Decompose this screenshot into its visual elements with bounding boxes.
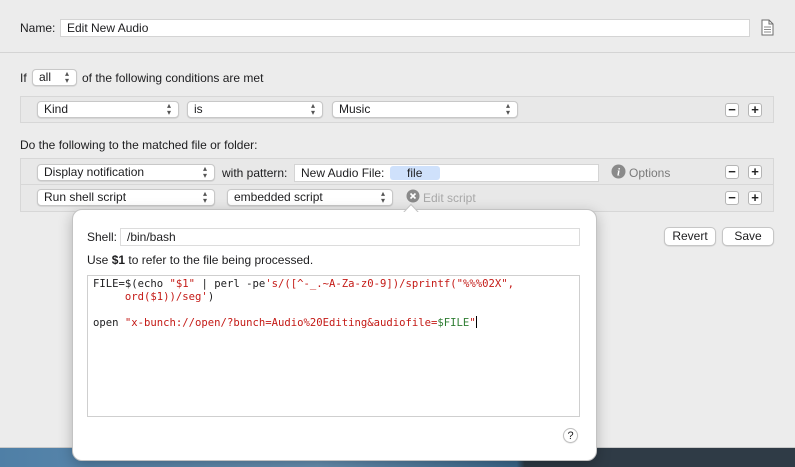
name-field[interactable]: Edit New Audio bbox=[60, 19, 750, 37]
quantifier-value: all bbox=[39, 70, 52, 84]
script-source-popup[interactable]: embedded script ▴ ▾ bbox=[227, 189, 393, 206]
edit-script-label[interactable]: Edit script bbox=[423, 191, 476, 205]
action-type-value: Display notification bbox=[44, 165, 145, 179]
pattern-token[interactable]: file bbox=[389, 166, 440, 180]
chevron-updown-icon: ▴ ▾ bbox=[380, 189, 385, 205]
operator-value: is bbox=[194, 102, 203, 116]
add-action-button[interactable]: + bbox=[748, 191, 762, 205]
shell-field[interactable]: /bin/bash bbox=[120, 228, 580, 246]
condition-row: Kind ▴ ▾ is ▴ ▾ Music ▴ ▾ − + bbox=[20, 96, 774, 123]
value-popup[interactable]: Music ▴ ▾ bbox=[332, 101, 518, 118]
attribute-value: Kind bbox=[44, 102, 69, 116]
add-action-button[interactable]: + bbox=[748, 165, 762, 179]
help-button[interactable]: ? bbox=[563, 428, 578, 443]
remove-condition-button[interactable]: − bbox=[725, 103, 739, 117]
info-icon[interactable]: i bbox=[611, 164, 626, 179]
chevron-updown-icon: ▴ ▾ bbox=[505, 101, 510, 117]
hint-variable: $1 bbox=[111, 253, 126, 267]
code-token: open bbox=[93, 316, 125, 329]
script-editor[interactable]: FILE=$(echo "$1" | perl -pe's/([^-_.~A-Z… bbox=[87, 275, 580, 417]
save-button[interactable]: Save bbox=[722, 227, 774, 246]
action-type-popup[interactable]: Display notification ▴ ▾ bbox=[37, 164, 215, 181]
close-circle-icon[interactable] bbox=[406, 189, 420, 203]
action-type-value: Run shell script bbox=[44, 190, 127, 204]
action-row-shell-script: Run shell script ▴ ▾ embedded script ▴ ▾ E… bbox=[20, 185, 774, 212]
code-string: "x-bunch://open/?bunch=Audio%20Editing&a… bbox=[124, 316, 438, 329]
if-label: If bbox=[20, 71, 27, 85]
name-label: Name: bbox=[20, 21, 56, 35]
add-condition-button[interactable]: + bbox=[748, 103, 762, 117]
quantifier-popup[interactable]: all ▴ ▾ bbox=[32, 69, 77, 86]
code-token: ) bbox=[207, 290, 215, 303]
revert-button[interactable]: Revert bbox=[664, 227, 716, 246]
actions-header: Do the following to the matched file or … bbox=[20, 138, 258, 152]
attribute-popup[interactable]: Kind ▴ ▾ bbox=[37, 101, 179, 118]
remove-action-button[interactable]: − bbox=[725, 165, 739, 179]
code-token: | perl -pe bbox=[195, 278, 266, 290]
options-label[interactable]: Options bbox=[629, 166, 670, 180]
chevron-updown-icon: ▴ ▾ bbox=[310, 101, 315, 117]
pattern-text: New Audio File: bbox=[301, 166, 385, 180]
conditions-suffix: of the following conditions are met bbox=[82, 71, 264, 85]
code-variable: $FILE bbox=[437, 316, 470, 329]
shell-hint: Use $1 to refer to the file being proces… bbox=[87, 253, 313, 267]
remove-action-button[interactable]: − bbox=[725, 191, 739, 205]
chevron-updown-icon: ▴ ▾ bbox=[202, 164, 207, 180]
action-type-popup[interactable]: Run shell script ▴ ▾ bbox=[37, 189, 215, 206]
code-string: 's/([^-_.~A-Za-z0-9])/sprintf("%%%02X", bbox=[265, 278, 514, 290]
code-string: "$1" bbox=[169, 278, 196, 290]
chevron-updown-icon: ▴ ▾ bbox=[202, 189, 207, 205]
value-value: Music bbox=[339, 102, 371, 116]
code-token: FILE=$(echo bbox=[93, 278, 170, 290]
with-pattern-label: with pattern: bbox=[222, 166, 288, 180]
hint-prefix: Use bbox=[87, 253, 112, 267]
pattern-field[interactable]: New Audio File: file bbox=[294, 164, 599, 182]
popover-arrow bbox=[402, 202, 420, 214]
code-string: ord($1))/seg' bbox=[93, 290, 208, 303]
text-caret bbox=[475, 315, 477, 328]
operator-popup[interactable]: is ▴ ▾ bbox=[187, 101, 323, 118]
chevron-updown-icon: ▴ ▾ bbox=[166, 101, 171, 117]
script-source-value: embedded script bbox=[234, 190, 323, 204]
separator bbox=[0, 52, 795, 53]
action-row-notification: Display notification ▴ ▾ with pattern: Ne… bbox=[20, 158, 774, 185]
document-icon[interactable] bbox=[760, 19, 774, 36]
shell-label: Shell: bbox=[87, 230, 118, 244]
chevron-updown-icon: ▴ ▾ bbox=[64, 69, 69, 85]
hint-suffix: to refer to the file being processed. bbox=[125, 253, 314, 267]
